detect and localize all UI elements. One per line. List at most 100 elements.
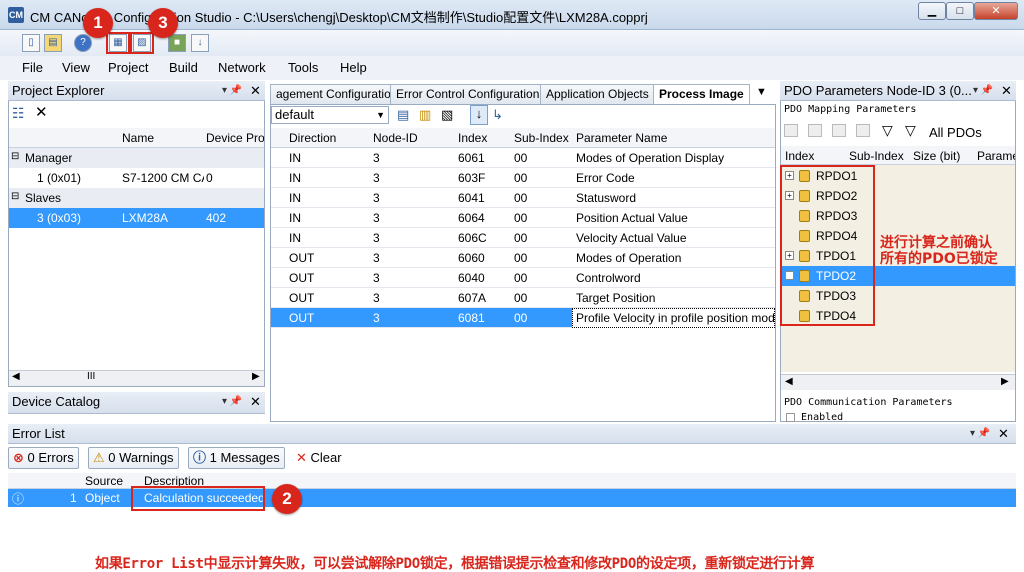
column-parameter-name[interactable]: Parameter Name [576,131,667,145]
filter-all-icon[interactable]: ▽ [905,122,916,139]
explorer-column-header: Name Device Pro [9,128,264,148]
tab-application-objects[interactable]: Application Objects [540,84,655,104]
close-icon[interactable]: ✕ [1001,81,1012,100]
close-icon[interactable]: ✕ [998,424,1009,443]
info-icon: ⓘ [193,450,207,465]
device-catalog-header[interactable]: Device Catalog ▾ 📌 ✕ [8,392,265,414]
menu-view[interactable]: View [62,60,90,75]
process-image-row[interactable]: OUT 3 6040 00 Controlword [271,268,775,288]
maximize-button[interactable]: □ [946,2,974,20]
delete-icon[interactable]: ✕ [35,103,48,121]
open-icon[interactable]: ▤ [44,34,62,52]
close-icon[interactable]: ✕ [250,392,261,411]
profile-select[interactable]: default ▼ [271,106,389,124]
filter-all-pdos-label[interactable]: All PDOs [929,125,982,140]
pdo-horizontal-scrollbar[interactable]: ◀ ▶ [781,374,1015,390]
column-sub-index[interactable]: Sub-Index [514,131,569,145]
process-image-cell: 6040 [458,271,485,285]
process-image-row[interactable]: IN 3 6061 00 Modes of Operation Display [271,148,775,168]
column-device-profile[interactable]: Device Pro [206,131,264,145]
device-catalog-title: Device Catalog [12,394,101,409]
process-image-cell: 3 [373,171,380,185]
process-image-cell: 6060 [458,251,485,265]
tab-overflow-icon[interactable]: ▼ [756,86,767,98]
menu-project[interactable]: Project [108,60,148,75]
tab-error-control-configuration[interactable]: Error Control Configuration [390,84,546,104]
warnings-filter-button[interactable]: ⚠ 0 Warnings [88,447,179,469]
process-image-cell: 00 [514,271,528,285]
clear-button[interactable]: ✕ Clear [296,450,342,466]
process-image-cell: OUT [289,251,315,265]
process-image-cell: Velocity Actual Value [576,231,687,245]
column-parameter[interactable]: Parame [977,149,1015,163]
pdo-mapping-label: PDO Mapping Parameters [784,104,917,115]
tree-row[interactable]: 1 (0x01) S7-1200 CM CA 0 [9,168,264,188]
menu-file[interactable]: File [22,60,43,75]
download-icon[interactable]: ↓ [191,34,209,52]
close-button[interactable]: ✕ [974,2,1018,20]
process-image-row[interactable]: OUT 3 6081 00 Profile Velocity in profile po… [271,308,775,328]
pin-icon[interactable]: ▾ 📌 [970,424,990,443]
process-image-cell: 6061 [458,151,485,165]
new-icon[interactable]: ▯ [22,34,40,52]
column-name[interactable]: Name [122,131,154,145]
process-image-row[interactable]: OUT 3 607A 00 Target Position [271,288,775,308]
column-sub-index[interactable]: Sub-Index [849,149,904,163]
pin-icon[interactable]: ▾ 📌 [222,81,242,100]
process-image-row[interactable]: OUT 3 6060 00 Modes of Operation [271,248,775,268]
process-image-row[interactable]: IN 3 606C 00 Velocity Actual Value [271,228,775,248]
menu-tools[interactable]: Tools [288,60,318,75]
tree-row-selected[interactable]: 3 (0x03) LXM28A 402 [9,208,264,228]
warning-icon: ⚠ [93,450,105,465]
add-mapping-icon[interactable] [784,124,798,137]
sort-icon[interactable]: ↓ [470,105,488,125]
copy-mapping-icon[interactable] [856,124,870,137]
tab-process-image[interactable]: Process Image [653,84,750,104]
menu-help[interactable]: Help [340,60,367,75]
highlight-pdo-list [780,165,875,326]
edit-row-icon[interactable]: ▥ [419,107,431,123]
process-image-cell: IN [289,151,301,165]
pin-icon[interactable]: ▾ 📌 [222,392,242,411]
close-icon[interactable]: ✕ [250,81,261,100]
remove-row-icon[interactable]: ▧ [441,107,453,123]
process-image-cell: 00 [514,211,528,225]
column-node-id[interactable]: Node-ID [373,131,418,145]
tab-management-configuration[interactable]: agement Configuration [270,84,404,104]
process-image-row[interactable]: IN 3 6041 00 Statusword [271,188,775,208]
help-icon[interactable]: ? [74,34,92,52]
errors-filter-button[interactable]: ⊗ 0 Errors [8,447,79,469]
add-row-icon[interactable]: ▤ [397,107,409,123]
menu-network[interactable]: Network [218,60,266,75]
minimize-button[interactable]: ▁ [918,2,946,20]
pdo-enabled-row[interactable]: Enabled [786,412,1014,422]
process-image-cell: Statusword [576,191,637,205]
window-title: CM CANopen Configuration Studio - C:\Use… [30,10,648,25]
column-index[interactable]: Index [458,131,487,145]
column-source[interactable]: Source [85,474,123,488]
move-icon[interactable]: ↳ [492,107,503,123]
process-image-cell: OUT [289,271,315,285]
edit-mapping-icon[interactable] [832,124,846,137]
horizontal-scrollbar[interactable]: ◀ III ▶ [9,370,264,386]
network-icon[interactable]: ■ [168,34,186,52]
menu-build[interactable]: Build [169,60,198,75]
messages-filter-button[interactable]: ⓘ 1 Messages [188,447,285,469]
process-image-row[interactable]: IN 3 603F 00 Error Code [271,168,775,188]
column-size[interactable]: Size (bit) [913,149,960,163]
column-direction[interactable]: Direction [289,131,336,145]
filter-icon[interactable]: ▽ [882,122,893,139]
column-index[interactable]: Index [785,149,814,163]
pin-icon[interactable]: ▾ 📌 [973,81,993,100]
process-image-cell: 00 [514,151,528,165]
group-manager[interactable]: ⊟ Manager [9,148,264,168]
process-image-cell: 606C [458,231,487,245]
process-image-row[interactable]: IN 3 6064 00 Position Actual Value [271,208,775,228]
error-list-header: Error List ▾ 📌 ✕ [8,424,1016,444]
delete-mapping-icon[interactable] [808,124,822,137]
group-slaves[interactable]: ⊟ Slaves [9,188,264,208]
menu-bar [0,56,1024,80]
tree-icon[interactable]: ☷ [12,105,25,122]
process-image-cell: OUT [289,291,315,305]
step-marker-2: 2 [272,484,302,514]
